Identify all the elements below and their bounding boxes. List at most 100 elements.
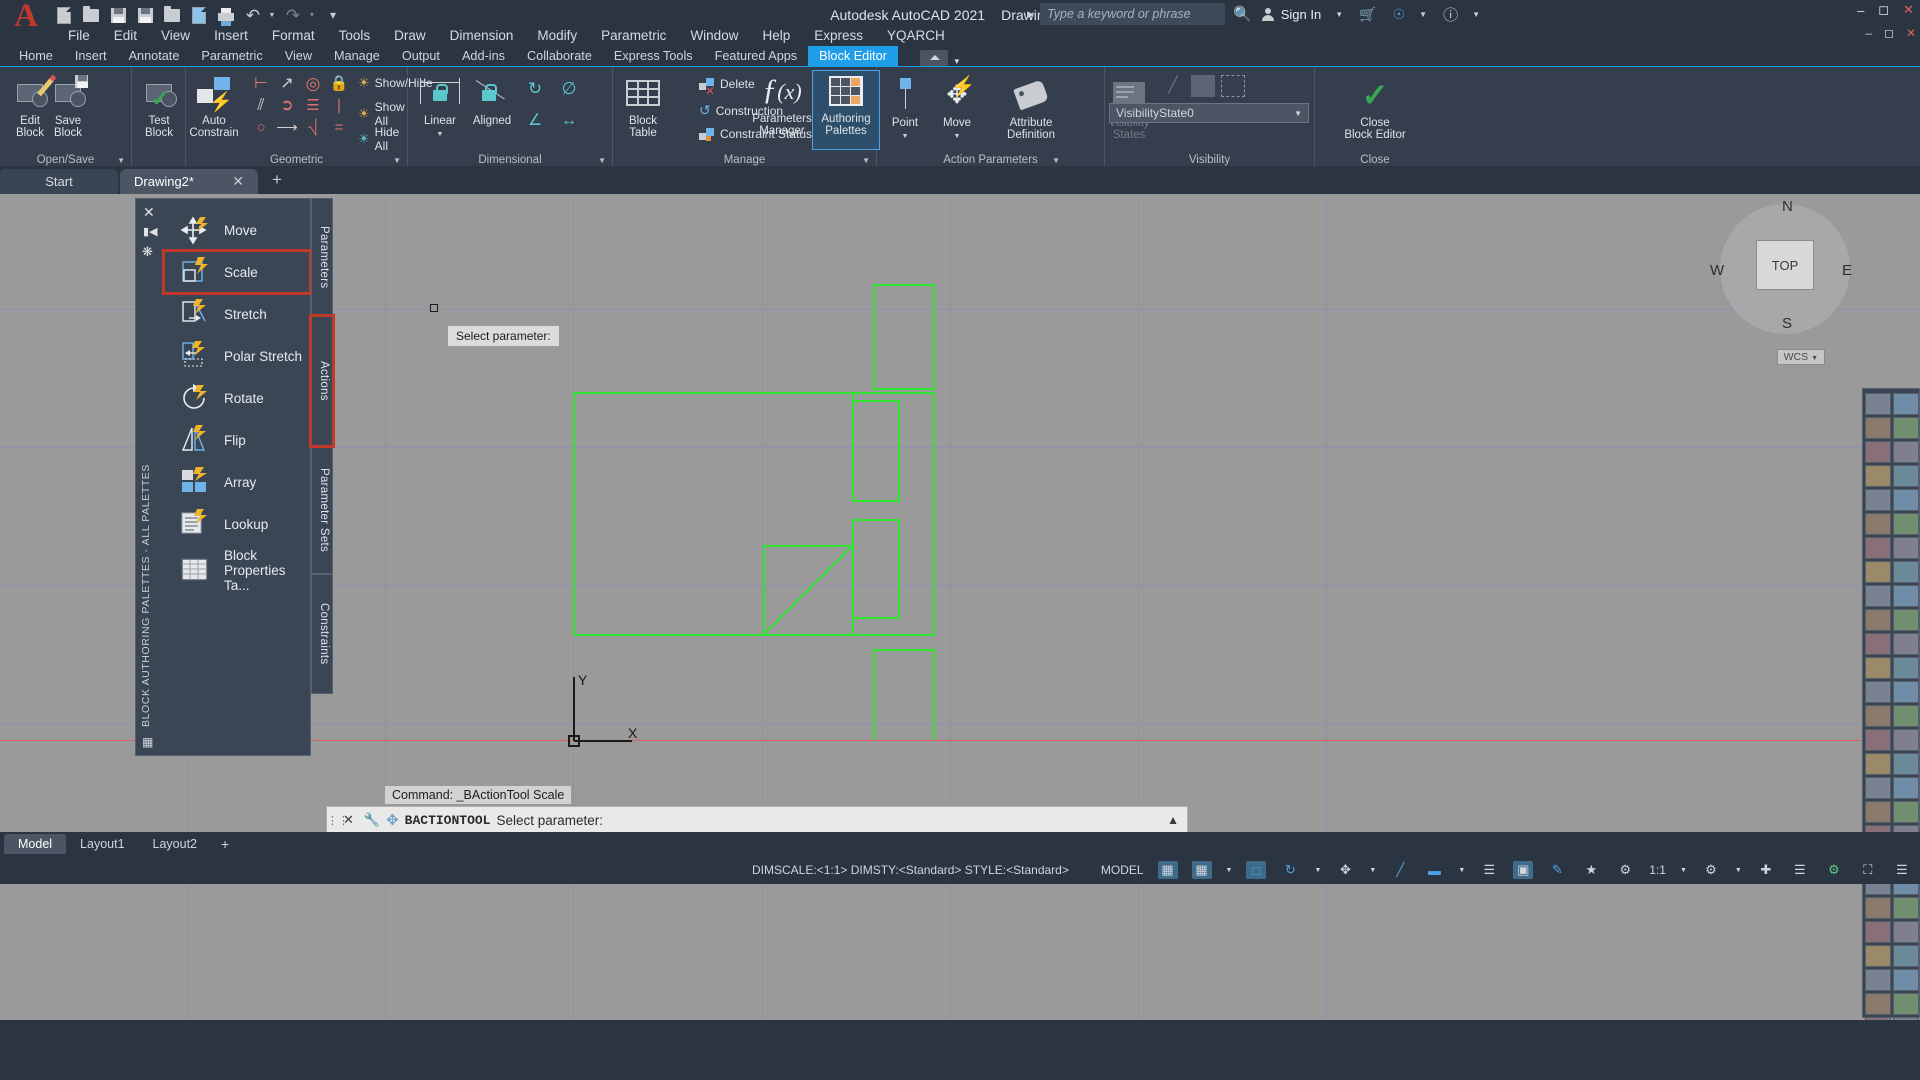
fix-constraint-icon[interactable]: 🔒 bbox=[326, 73, 352, 95]
ribbon-tab-manage[interactable]: Manage bbox=[323, 46, 391, 66]
doc-close-button[interactable]: ✕ bbox=[1906, 26, 1916, 40]
command-line[interactable]: ⋮⋮ ✕ 🔧 ✥ BACTIONTOOL Select parameter: ▲ bbox=[326, 806, 1188, 834]
radial-constraint-icon[interactable]: ↻ bbox=[518, 73, 552, 105]
tool-palette-cell[interactable] bbox=[1865, 993, 1891, 1015]
close-button[interactable]: ✕ bbox=[1903, 2, 1914, 18]
make-visible-icon[interactable] bbox=[1191, 75, 1215, 97]
new-tab-button[interactable]: + bbox=[260, 169, 294, 194]
tool-palette-cell[interactable] bbox=[1865, 681, 1891, 703]
menu-item-file[interactable]: File bbox=[56, 25, 102, 47]
ribbon-tab-annotate[interactable]: Annotate bbox=[118, 46, 191, 66]
ribbon-tab-insert[interactable]: Insert bbox=[64, 46, 118, 66]
point-parameter-button[interactable]: Point ▼ bbox=[877, 75, 933, 143]
auto-scale-icon[interactable]: ⚙ bbox=[1615, 861, 1635, 879]
tool-palette-cell[interactable] bbox=[1893, 801, 1919, 823]
palette-grip-icon[interactable]: ▦ bbox=[142, 735, 153, 749]
ribbon-tab-home[interactable]: Home bbox=[8, 46, 64, 66]
menu-item-tools[interactable]: Tools bbox=[327, 25, 383, 47]
workspace-dropdown-icon[interactable]: ▼ bbox=[1735, 867, 1742, 874]
palette-item-stretch[interactable]: Stretch bbox=[164, 293, 310, 335]
tool-palette-cell[interactable] bbox=[1865, 657, 1891, 679]
osnap-tracking-icon[interactable]: ╱ bbox=[1390, 861, 1410, 879]
file-tab-drawing2-[interactable]: Drawing2* ✕ bbox=[120, 169, 258, 194]
annotation-scale-value[interactable]: 1:1 bbox=[1649, 863, 1666, 877]
linear-constraint-button[interactable]: Linear ▼ bbox=[412, 73, 468, 141]
menu-item-modify[interactable]: Modify bbox=[525, 25, 589, 47]
tool-palette-cell[interactable] bbox=[1893, 585, 1919, 607]
tool-palette-cell[interactable] bbox=[1865, 513, 1891, 535]
layout-tab-model[interactable]: Model bbox=[4, 834, 67, 854]
doc-minimize-button[interactable]: – bbox=[1865, 26, 1872, 40]
chevron-down-icon[interactable]: ▼ bbox=[1294, 109, 1302, 118]
view-cube[interactable]: TOP N S E W bbox=[1710, 198, 1870, 354]
tool-palette-cell[interactable] bbox=[1865, 441, 1891, 463]
menu-item-window[interactable]: Window bbox=[678, 25, 750, 47]
view-cube-top-face[interactable]: TOP bbox=[1756, 240, 1814, 290]
tool-palette-cell[interactable] bbox=[1893, 489, 1919, 511]
tool-palette-cell[interactable] bbox=[1893, 921, 1919, 943]
object-snap-icon[interactable]: ✥ bbox=[1335, 861, 1355, 879]
vertical-constraint-icon[interactable]: ∣ bbox=[326, 95, 352, 117]
tool-palette-cell[interactable] bbox=[1893, 969, 1919, 991]
ribbon-minimize-icon[interactable] bbox=[919, 50, 948, 66]
menu-item-parametric[interactable]: Parametric bbox=[589, 25, 678, 47]
view-cube-west[interactable]: W bbox=[1710, 262, 1724, 279]
osnap-dropdown-icon[interactable]: ▼ bbox=[1369, 867, 1376, 874]
scale-dropdown-icon[interactable]: ▼ bbox=[1680, 867, 1687, 874]
parameters-manager-button[interactable]: ƒ(x) Parameters Manager bbox=[749, 71, 815, 138]
hide-all-button[interactable]: ☀ Hide All bbox=[358, 125, 407, 153]
tool-palette-cell[interactable] bbox=[1893, 393, 1919, 415]
tool-palettes-strip[interactable] bbox=[1862, 388, 1920, 1020]
close-icon[interactable]: ✕ bbox=[143, 204, 155, 221]
menu-item-express[interactable]: Express bbox=[802, 25, 875, 47]
make-invisible-icon[interactable] bbox=[1221, 75, 1245, 97]
panel-expand-icon-open-save[interactable]: ▼ bbox=[117, 156, 125, 165]
tool-palette-cell[interactable] bbox=[1865, 921, 1891, 943]
tool-palette-cell[interactable] bbox=[1893, 945, 1919, 967]
close-icon[interactable]: ✕ bbox=[339, 812, 358, 828]
menu-item-edit[interactable]: Edit bbox=[102, 25, 149, 47]
ortho-mode-icon[interactable]: □ bbox=[1246, 861, 1267, 879]
workspace-icon[interactable]: ⚙ bbox=[1701, 861, 1721, 879]
more-icon[interactable]: ☰ bbox=[1892, 861, 1912, 879]
palette-item-lookup[interactable]: Lookup bbox=[164, 503, 310, 545]
search-input[interactable] bbox=[1040, 3, 1226, 25]
tool-palette-cell[interactable] bbox=[1865, 753, 1891, 775]
tool-palette-cell[interactable] bbox=[1865, 897, 1891, 919]
view-cube-south[interactable]: S bbox=[1782, 315, 1792, 332]
show-all-button[interactable]: ☀ Show All bbox=[358, 100, 407, 128]
polar-tracking-icon[interactable]: ↻ bbox=[1280, 861, 1300, 879]
tool-palette-cell[interactable] bbox=[1865, 729, 1891, 751]
visibility-mode-icon[interactable]: ╱ bbox=[1161, 75, 1185, 97]
help-icon[interactable]: ⓘ bbox=[1443, 4, 1458, 25]
help-dropdown-icon[interactable]: ▼ bbox=[1472, 10, 1480, 19]
wcs-selector[interactable]: WCS ▼ bbox=[1776, 349, 1825, 365]
view-cube-east[interactable]: E bbox=[1842, 262, 1852, 279]
palette-item-rotate[interactable]: Rotate bbox=[164, 377, 310, 419]
symmetric-constraint-icon[interactable]: ⎷ bbox=[300, 117, 326, 139]
tool-palette-cell[interactable] bbox=[1865, 705, 1891, 727]
lineweight-icon[interactable]: ▬ bbox=[1424, 861, 1444, 879]
tool-palette-cell[interactable] bbox=[1893, 441, 1919, 463]
layout-tab-layout2[interactable]: Layout2 bbox=[139, 834, 211, 854]
block-table-button[interactable]: Block Table bbox=[601, 73, 685, 139]
tool-palette-cell[interactable] bbox=[1893, 897, 1919, 919]
file-tab-start[interactable]: Start bbox=[0, 169, 118, 194]
minimize-button[interactable]: – bbox=[1857, 3, 1864, 18]
convert-constraint-icon[interactable]: ↔ bbox=[552, 105, 586, 137]
polar-dropdown-icon[interactable]: ▼ bbox=[1314, 867, 1321, 874]
close-icon[interactable]: ✕ bbox=[232, 173, 244, 190]
notifications-icon[interactable]: ☉ bbox=[1393, 6, 1406, 23]
ribbon-tab-block-editor[interactable]: Block Editor bbox=[808, 46, 898, 66]
tool-palette-cell[interactable] bbox=[1865, 969, 1891, 991]
selection-cycling-icon[interactable]: ▣ bbox=[1513, 861, 1534, 879]
tool-palette-cell[interactable] bbox=[1893, 657, 1919, 679]
tangent-constraint-icon[interactable]: ↗ bbox=[274, 73, 300, 95]
snap-dropdown-icon[interactable]: ▼ bbox=[1226, 867, 1233, 874]
palette-tab-parameters[interactable]: Parameters bbox=[311, 198, 333, 316]
annotation-visibility-icon[interactable]: ★ bbox=[1581, 861, 1601, 879]
account-dropdown-icon[interactable]: ▼ bbox=[1335, 10, 1343, 19]
linear-dropdown-icon[interactable]: ▼ bbox=[437, 131, 444, 138]
panel-expand-icon-manage[interactable]: ▼ bbox=[862, 156, 870, 165]
palette-item-scale[interactable]: Scale bbox=[162, 249, 312, 295]
